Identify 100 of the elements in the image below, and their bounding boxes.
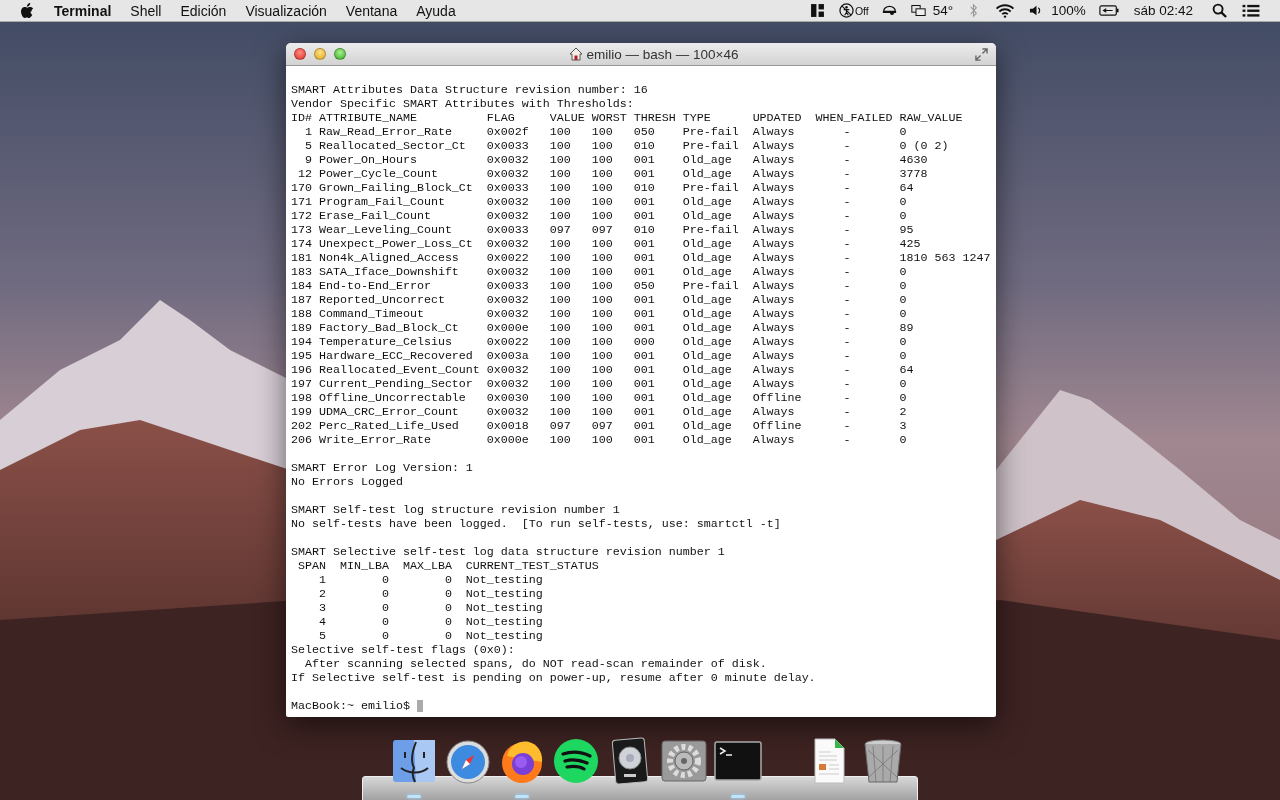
table-cell-text: Command_Timeout (318, 307, 425, 321)
menu-item[interactable]: Ayuda (416, 2, 456, 19)
terminal-line: After scanning selected spans, do NOT read-scan remainder of disk. (304, 657, 768, 671)
table-cell-text: Grown_Failing_Block_Ct (318, 181, 474, 195)
column-header: FLAG (486, 111, 516, 125)
table-cell-text: 0 (899, 125, 908, 139)
table-cell-text: Pre-fail (682, 279, 740, 293)
table-cell-text: 001 (633, 433, 656, 447)
table-cell-text: 001 (633, 377, 656, 391)
table-cell-text: 000 (633, 335, 656, 349)
table-cell-text: Pre-fail (682, 139, 740, 153)
temperature-reading: 54° (932, 3, 954, 18)
table-cell: 199 (291, 405, 312, 419)
table-cell-text: - (842, 265, 852, 279)
menu-item[interactable]: Edición (180, 2, 227, 19)
table-cell-text: 100 (591, 181, 614, 195)
table-cell-text: Reallocated_Event_Count (318, 363, 481, 377)
table-cell-text: Not_testing (464, 601, 544, 615)
table-cell-text: 0 (899, 265, 908, 279)
terminal-line: SMART Self-test log structure revision number 1 (291, 503, 621, 517)
menu-icon[interactable] (1241, 3, 1261, 18)
table-cell-text: 100 (591, 139, 614, 153)
fullscreen-icon[interactable] (975, 47, 988, 61)
helmet-icon[interactable] (881, 3, 897, 18)
table-cell-text: 001 (633, 391, 656, 405)
zoom-button[interactable] (334, 48, 346, 60)
table-cell-text: 0x0030 (486, 391, 530, 405)
table-cell-text: 001 (633, 419, 656, 433)
table-cell-text: Reallocated_Sector_Ct (318, 139, 467, 153)
table-cell-text: 0x0033 (486, 279, 530, 293)
table-cell-text: 001 (633, 349, 656, 363)
close-button[interactable] (294, 48, 306, 60)
table-cell-text: 0x0032 (486, 405, 530, 419)
clock[interactable]: sáb 02:42 (1133, 3, 1193, 18)
table-cell-text: 097 (549, 419, 572, 433)
table-cell-text: Always (752, 237, 796, 251)
search-icon[interactable] (1212, 3, 1227, 18)
menu-item[interactable]: Shell (130, 2, 162, 19)
table-cell-text: 100 (549, 181, 572, 195)
battery-charging-icon[interactable] (1098, 3, 1119, 18)
table-cell-text: Perc_Rated_Life_Used (318, 419, 460, 433)
table-cell-text: 2 (317, 587, 326, 601)
table-cell-text: 0x0033 (486, 223, 530, 237)
table-cell-text: 0 (380, 629, 389, 643)
apple-logo-icon[interactable] (20, 2, 34, 19)
table-cell-text: - (842, 125, 852, 139)
house-icon (568, 47, 583, 61)
table-cell-text: Old_age (682, 335, 733, 349)
table-cell-text: 001 (633, 237, 656, 251)
window-title: emilio — bash — 100×46 (586, 46, 739, 62)
menu-item[interactable]: Visualización (245, 2, 327, 19)
table-cell-text: 100 (591, 377, 614, 391)
table-cell-text: - (842, 181, 852, 195)
table-cell-text: 3 (899, 419, 908, 433)
table-cell-text: 100 (591, 307, 614, 321)
table-cell-text: 100 (549, 153, 572, 167)
table-cell-text: 0 (443, 573, 452, 587)
table-cell-text: 0 (899, 293, 908, 307)
app-menu[interactable]: Terminal (54, 2, 112, 19)
table-cell-text: 097 (591, 419, 614, 433)
table-cell-text: 0x0032 (486, 293, 530, 307)
table-cell-text: 0 (899, 335, 908, 349)
table-cell: 198 (291, 391, 312, 405)
table-cell-text: 0 (899, 433, 908, 447)
table-cell-text: - (842, 139, 852, 153)
table-cell-text: Old_age (682, 209, 733, 223)
table-cell-text: 0 (899, 349, 908, 363)
table-cell-text: 0 (899, 209, 908, 223)
table-cell-text: - (842, 293, 852, 307)
table-cell-text: 9 (304, 153, 312, 167)
table-cell-text: Hardware_ECC_Recovered (318, 349, 474, 363)
table-cell: 195 (291, 349, 312, 363)
table-cell-text: Old_age (682, 405, 733, 419)
table-cell-text: 0 (380, 587, 389, 601)
table-cell-text: 0 (899, 195, 908, 209)
table-cell: 197 (291, 377, 312, 391)
wifi-icon[interactable] (995, 3, 1016, 18)
table-cell-text: - (842, 391, 852, 405)
table-cell: 181 (291, 251, 312, 265)
table-cell-text: 100 (549, 377, 572, 391)
windows-icon[interactable] (910, 3, 926, 18)
table-cell-text: 1 (304, 125, 312, 139)
layout-icon[interactable] (809, 3, 825, 18)
table-cell-text: Write_Error_Rate (318, 433, 432, 447)
table-cell-text: 0x0032 (486, 209, 530, 223)
table-cell-text: Not_testing (464, 615, 544, 629)
table-cell-text: 0x0032 (486, 307, 530, 321)
table-cell-text: 0x0032 (486, 377, 530, 391)
table-cell-text: - (842, 167, 852, 181)
table-cell-text: Old_age (682, 321, 733, 335)
table-cell-text: 001 (633, 363, 656, 377)
table-cell: 188 (291, 307, 312, 321)
table-cell-text: 0 (899, 279, 908, 293)
table-cell-text: 001 (633, 307, 656, 321)
terminal-line: Vendor Specific SMART Attributes with Thresholds: (291, 97, 635, 111)
table-cell-text: 64 (899, 181, 915, 195)
table-cell-text: - (842, 279, 852, 293)
accessibility-icon[interactable] (838, 3, 854, 18)
table-cell-text: 100 (591, 391, 614, 405)
menu-item[interactable]: Ventana (345, 2, 398, 19)
